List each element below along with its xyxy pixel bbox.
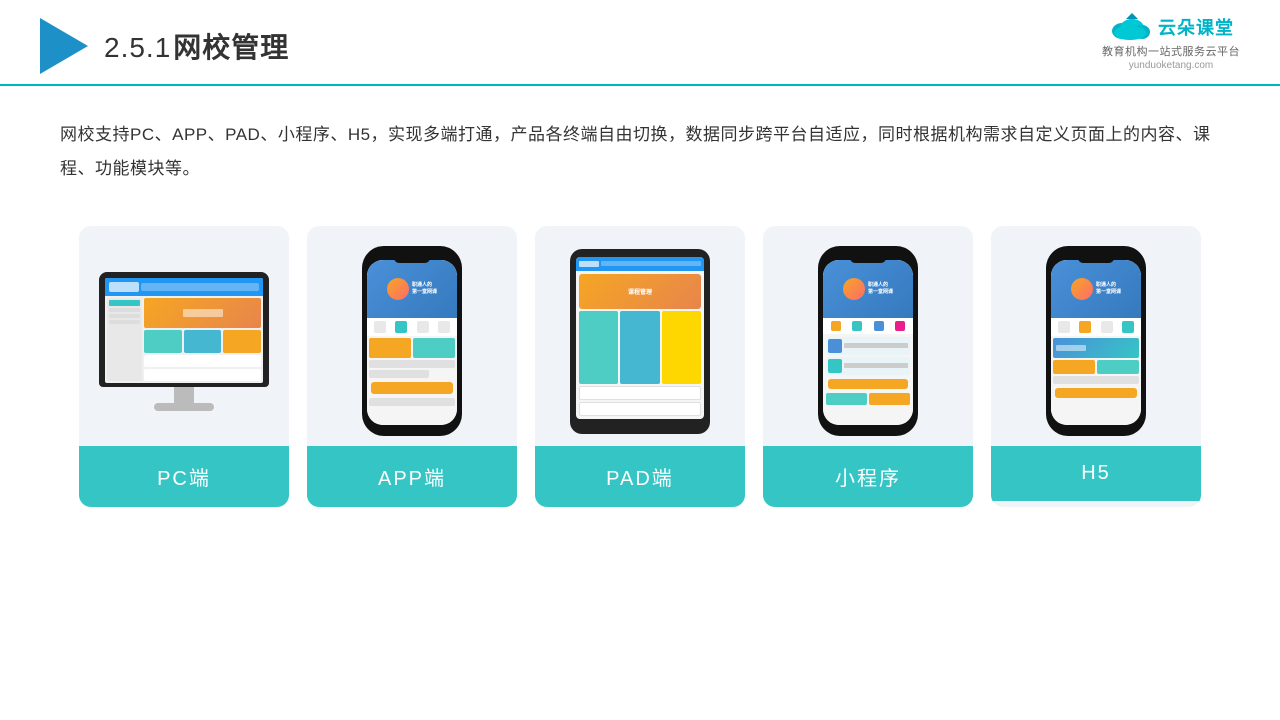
card-pc: PC端: [79, 226, 289, 507]
page-header: 2.5.1网校管理 云朵课堂 教育机构一站式服务云平台 yunduoketang…: [0, 0, 1280, 86]
logo-triangle-icon: [40, 18, 88, 74]
phone-screen-h5: 职通人的第一堂网课: [1051, 260, 1141, 425]
monitor-mockup: [99, 272, 269, 411]
tablet-screen: 课程管理: [576, 257, 704, 419]
card-h5-label: H5: [991, 446, 1201, 501]
tablet-mockup: 课程管理: [570, 249, 710, 434]
brand-icon-group: 云朵课堂: [1108, 13, 1234, 41]
phone-notch: [394, 253, 430, 263]
phone-outer-mini: 职通人的第一堂网课: [818, 246, 918, 436]
card-h5: 职通人的第一堂网课: [991, 226, 1201, 507]
monitor-stand: [174, 387, 194, 403]
phone-screen-mini: 职通人的第一堂网课: [823, 260, 913, 425]
phone-notch-h5: [1078, 253, 1114, 263]
card-pc-label: PC端: [79, 446, 289, 507]
phone-outer-h5: 职通人的第一堂网课: [1046, 246, 1146, 436]
card-pc-image: [79, 226, 289, 446]
card-pad: 课程管理: [535, 226, 745, 507]
card-h5-image: 职通人的第一堂网课: [991, 226, 1201, 446]
phone-notch-mini: [850, 253, 886, 263]
phone-screen-app: 职通人的第一堂网课: [367, 260, 457, 425]
platform-cards: PC端: [0, 196, 1280, 507]
brand-url: yunduoketang.com: [1129, 60, 1214, 71]
brand-name: 云朵课堂: [1158, 14, 1234, 40]
monitor-outer: [99, 272, 269, 387]
phone-mockup-h5: 职通人的第一堂网课: [1046, 246, 1146, 436]
card-pad-image: 课程管理: [535, 226, 745, 446]
cloud-icon: [1108, 13, 1152, 41]
card-pad-label: PAD端: [535, 446, 745, 507]
card-app: 职通人的第一堂网课: [307, 226, 517, 507]
description-text: 网校支持PC、APP、PAD、小程序、H5，实现多端打通，产品各终端自由切换，数…: [0, 86, 1280, 196]
monitor-base: [154, 403, 214, 411]
tablet-outer: 课程管理: [570, 249, 710, 434]
card-miniprogram-image: 职通人的第一堂网课: [763, 226, 973, 446]
brand-logo: 云朵课堂 教育机构一站式服务云平台 yunduoketang.com: [1102, 13, 1240, 71]
brand-tagline: 教育机构一站式服务云平台: [1102, 43, 1240, 59]
phone-mockup-app: 职通人的第一堂网课: [362, 246, 462, 436]
phone-outer-app: 职通人的第一堂网课: [362, 246, 462, 436]
monitor-screen: [105, 278, 263, 383]
card-app-image: 职通人的第一堂网课: [307, 226, 517, 446]
page-title: 2.5.1网校管理: [104, 26, 289, 66]
card-app-label: APP端: [307, 446, 517, 507]
card-miniprogram: 职通人的第一堂网课: [763, 226, 973, 507]
card-miniprogram-label: 小程序: [763, 446, 973, 507]
phone-mockup-mini: 职通人的第一堂网课: [818, 246, 918, 436]
